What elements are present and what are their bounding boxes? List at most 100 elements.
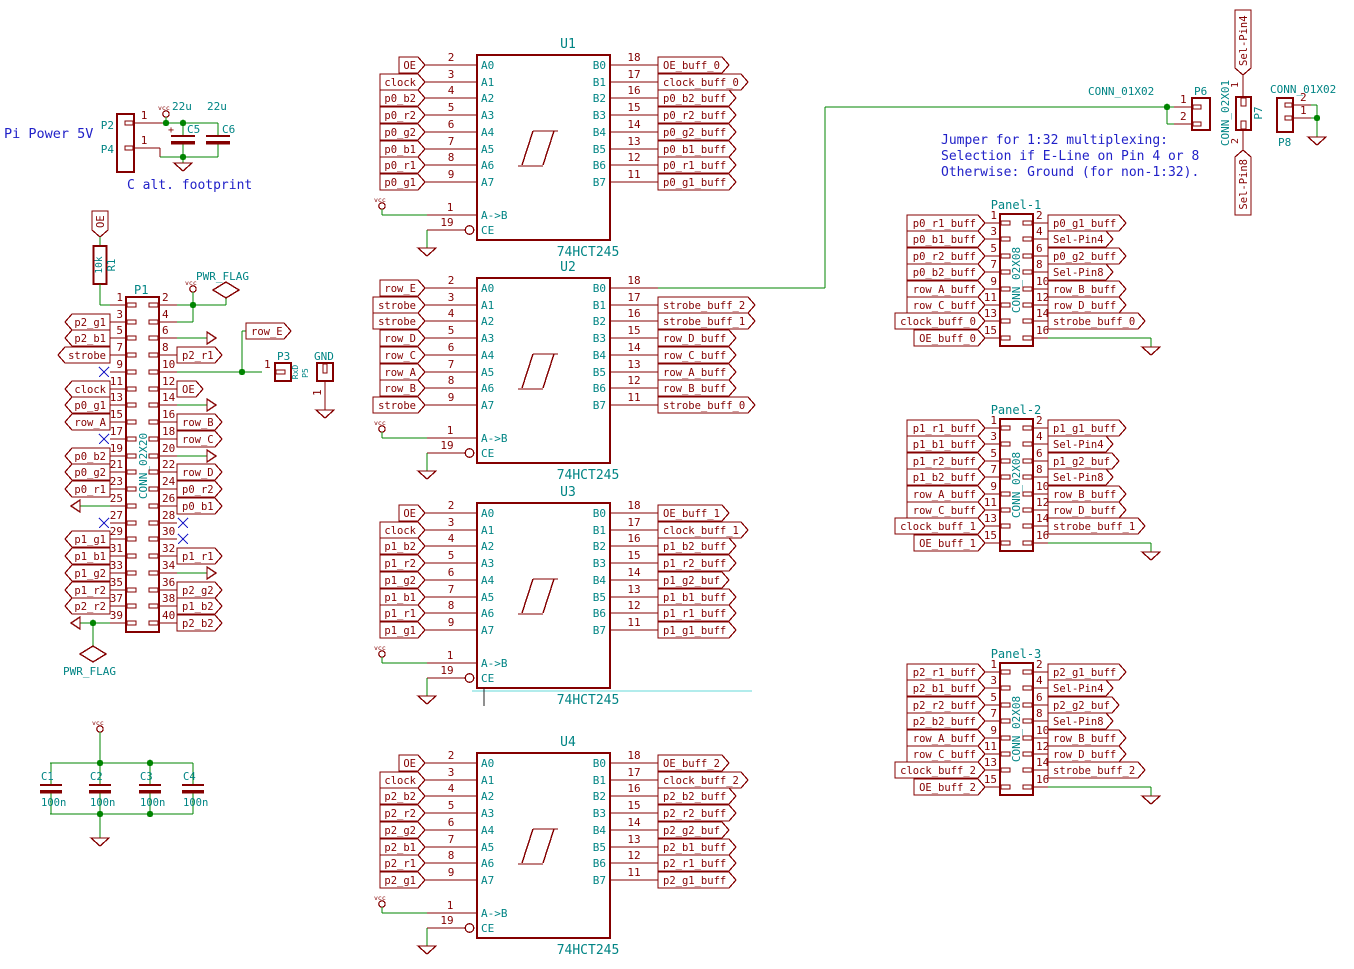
net-label-OE_buff_1[interactable]: OE_buff_1 — [658, 505, 729, 521]
ref-Panel-3[interactable]: Panel-3 — [991, 647, 1042, 661]
net-label-p2_b1[interactable]: p2_b1 — [380, 839, 425, 855]
value-U4[interactable]: 74HCT245 — [557, 943, 620, 958]
net-label-row_A_buff[interactable]: row_A_buff — [907, 486, 985, 502]
net-label-p1_r1_buff[interactable]: p1_r1_buff — [658, 605, 736, 621]
net-label-p0_g1_buff[interactable]: p0_g1_buff — [658, 174, 736, 190]
net-label-p0_b1[interactable]: p0_b1 — [177, 498, 222, 514]
net-label-p2_b2[interactable]: p2_b2 — [177, 615, 222, 631]
net-label-row_A[interactable]: row_A — [380, 364, 425, 380]
value-P7[interactable]: CONN_02X01 — [1219, 80, 1232, 146]
net-label-p0_g2[interactable]: p0_g2 — [65, 464, 110, 480]
net-label-strobe_buff_1[interactable]: strobe_buff_1 — [658, 313, 755, 329]
net-label-p2_g2[interactable]: p2_g2 — [380, 822, 425, 838]
net-label-row_C[interactable]: row_C — [380, 347, 425, 363]
cap-plate[interactable] — [182, 790, 204, 794]
net-label-clock[interactable]: clock — [380, 772, 425, 788]
net-label-p2_r1[interactable]: p2_r1 — [177, 347, 222, 363]
net-label-OE_buff_2[interactable]: OE_buff_2 — [914, 779, 985, 795]
net-label-row_C_buff[interactable]: row_C_buff — [907, 746, 985, 762]
value-P6[interactable]: CONN_01X02 — [1088, 85, 1154, 98]
vcc-symbol-icon[interactable]: vcc — [374, 894, 386, 913]
net-label-Sel-Pin4[interactable]: Sel-Pin4 — [1048, 436, 1113, 452]
vcc-symbol-icon[interactable]: vcc — [158, 104, 170, 123]
note-pi-power[interactable]: Pi Power 5V — [4, 126, 93, 142]
value-R1[interactable]: 10k — [94, 256, 105, 273]
value-P3[interactable]: RxD — [291, 365, 300, 380]
gnd-symbol-icon[interactable] — [418, 248, 436, 256]
net-label-clock_buff_0[interactable]: clock_buff_0 — [895, 313, 985, 329]
net-label-strobe[interactable]: strobe — [58, 347, 110, 363]
net-label-row_D_buff[interactable]: row_D_buff — [1048, 746, 1126, 762]
net-label-row_B_buff[interactable]: row_B_buff — [1048, 730, 1126, 746]
ref-U1[interactable]: U1 — [560, 37, 576, 52]
net-label-p1_r2_buff[interactable]: p1_r2_buff — [658, 555, 736, 571]
cap-plate[interactable] — [89, 790, 111, 794]
net-label-p1_g1[interactable]: p1_g1 — [65, 531, 110, 547]
net-label-p2_g1[interactable]: p2_g1 — [380, 872, 425, 888]
net-label-p1_g2_buf[interactable]: p1_g2_buf — [1048, 453, 1119, 469]
cap-plate[interactable] — [139, 790, 161, 794]
gnd-arrow-icon[interactable] — [207, 332, 216, 344]
net-label-row_D_buff[interactable]: row_D_buff — [1048, 502, 1126, 518]
gnd-symbol-icon[interactable] — [418, 946, 436, 954]
vcc-symbol-icon[interactable]: vcc — [374, 419, 386, 438]
net-label-clock_buff_2[interactable]: clock_buff_2 — [658, 772, 748, 788]
net-label-p2_b2_buff[interactable]: p2_b2_buff — [907, 713, 985, 729]
gnd-symbol-icon[interactable] — [1142, 552, 1160, 560]
net-label-Sel-Pin8[interactable]: Sel-Pin8 — [1048, 713, 1113, 729]
net-label-Sel-Pin8[interactable]: Sel-Pin8 — [1048, 469, 1113, 485]
net-label-row_B[interactable]: row_B — [177, 414, 222, 430]
net-label-p0_g1[interactable]: p0_g1 — [380, 174, 425, 190]
net-label-row_B[interactable]: row_B — [380, 380, 425, 396]
note-c-alt[interactable]: C alt. footprint — [127, 178, 252, 193]
net-label-p2_r2_buff[interactable]: p2_r2_buff — [907, 697, 985, 713]
vcc-symbol-icon[interactable]: vcc — [374, 196, 386, 215]
ref-P2[interactable]: P2 — [101, 119, 114, 132]
vcc-symbol-icon[interactable]: vcc — [92, 719, 104, 738]
pwr-flag-icon[interactable]: PWR_FLAG — [63, 646, 116, 678]
net-label-p0_r2[interactable]: p0_r2 — [380, 107, 425, 123]
ref-cap[interactable]: C3 — [140, 771, 153, 783]
net-label-p2_g1_buff[interactable]: p2_g1_buff — [1048, 664, 1126, 680]
net-label-strobe[interactable]: strobe — [373, 397, 425, 413]
net-label-p2_r2[interactable]: p2_r2 — [380, 805, 425, 821]
note-jumper-2[interactable]: Selection if E-Line on Pin 4 or 8 — [941, 149, 1199, 164]
net-label-p2_b1_buff[interactable]: p2_b1_buff — [907, 680, 985, 696]
value-Panel-2[interactable]: CONN_02X08 — [1010, 452, 1023, 518]
net-label-strobe_buff_2[interactable]: strobe_buff_2 — [658, 297, 755, 313]
net-label-clock[interactable]: clock — [380, 522, 425, 538]
net-label-clock_buff_1[interactable]: clock_buff_1 — [895, 518, 985, 534]
net-label-Sel-Pin4[interactable]: Sel-Pin4 — [1235, 10, 1251, 75]
value-U3[interactable]: 74HCT245 — [557, 693, 620, 708]
net-label-p1_b2[interactable]: p1_b2 — [380, 538, 425, 554]
net-label-p1_g2[interactable]: p1_g2 — [65, 565, 110, 581]
net-label-p1_b1_buff[interactable]: p1_b1_buff — [658, 589, 736, 605]
net-label-p1_r2[interactable]: p1_r2 — [65, 582, 110, 598]
net-label-p1_r2[interactable]: p1_r2 — [380, 555, 425, 571]
gnd-arrow-icon[interactable] — [207, 399, 216, 411]
net-label-p2_b2[interactable]: p2_b2 — [380, 788, 425, 804]
net-label-row_D_buff[interactable]: row_D_buff — [658, 330, 736, 346]
net-label-Sel-Pin4[interactable]: Sel-Pin4 — [1048, 680, 1113, 696]
net-label-p0_r1[interactable]: p0_r1 — [65, 481, 110, 497]
net-label-p1_b2[interactable]: p1_b2 — [177, 598, 222, 614]
net-label-row_A_buff[interactable]: row_A_buff — [907, 730, 985, 746]
net-label-clock_buff_1[interactable]: clock_buff_1 — [658, 522, 748, 538]
net-label-p2_r2_buff[interactable]: p2_r2_buff — [658, 805, 736, 821]
ref-Panel-1[interactable]: Panel-1 — [991, 198, 1042, 212]
net-label-OE[interactable]: OE — [177, 381, 203, 397]
cap-plate[interactable] — [40, 784, 62, 786]
net-label-p2_r1_buff[interactable]: p2_r1_buff — [658, 855, 736, 871]
gnd-arrow-icon[interactable] — [71, 617, 80, 629]
net-label-p0_b2[interactable]: p0_b2 — [380, 90, 425, 106]
net-label-p2_r2[interactable]: p2_r2 — [65, 598, 110, 614]
net-label-p0_r2[interactable]: p0_r2 — [177, 481, 222, 497]
vcc-symbol-icon[interactable]: vcc — [374, 644, 386, 663]
net-label-p0_g1_buff[interactable]: p0_g1_buff — [1048, 215, 1126, 231]
ref-P4[interactable]: P4 — [101, 143, 115, 156]
value-cap[interactable]: 100n — [41, 797, 66, 809]
net-label-row_C[interactable]: row_C — [177, 431, 222, 447]
net-label-p2_r1[interactable]: p2_r1 — [380, 855, 425, 871]
net-label-row_B_buff[interactable]: row_B_buff — [1048, 486, 1126, 502]
net-label-row_C_buff[interactable]: row_C_buff — [658, 347, 736, 363]
